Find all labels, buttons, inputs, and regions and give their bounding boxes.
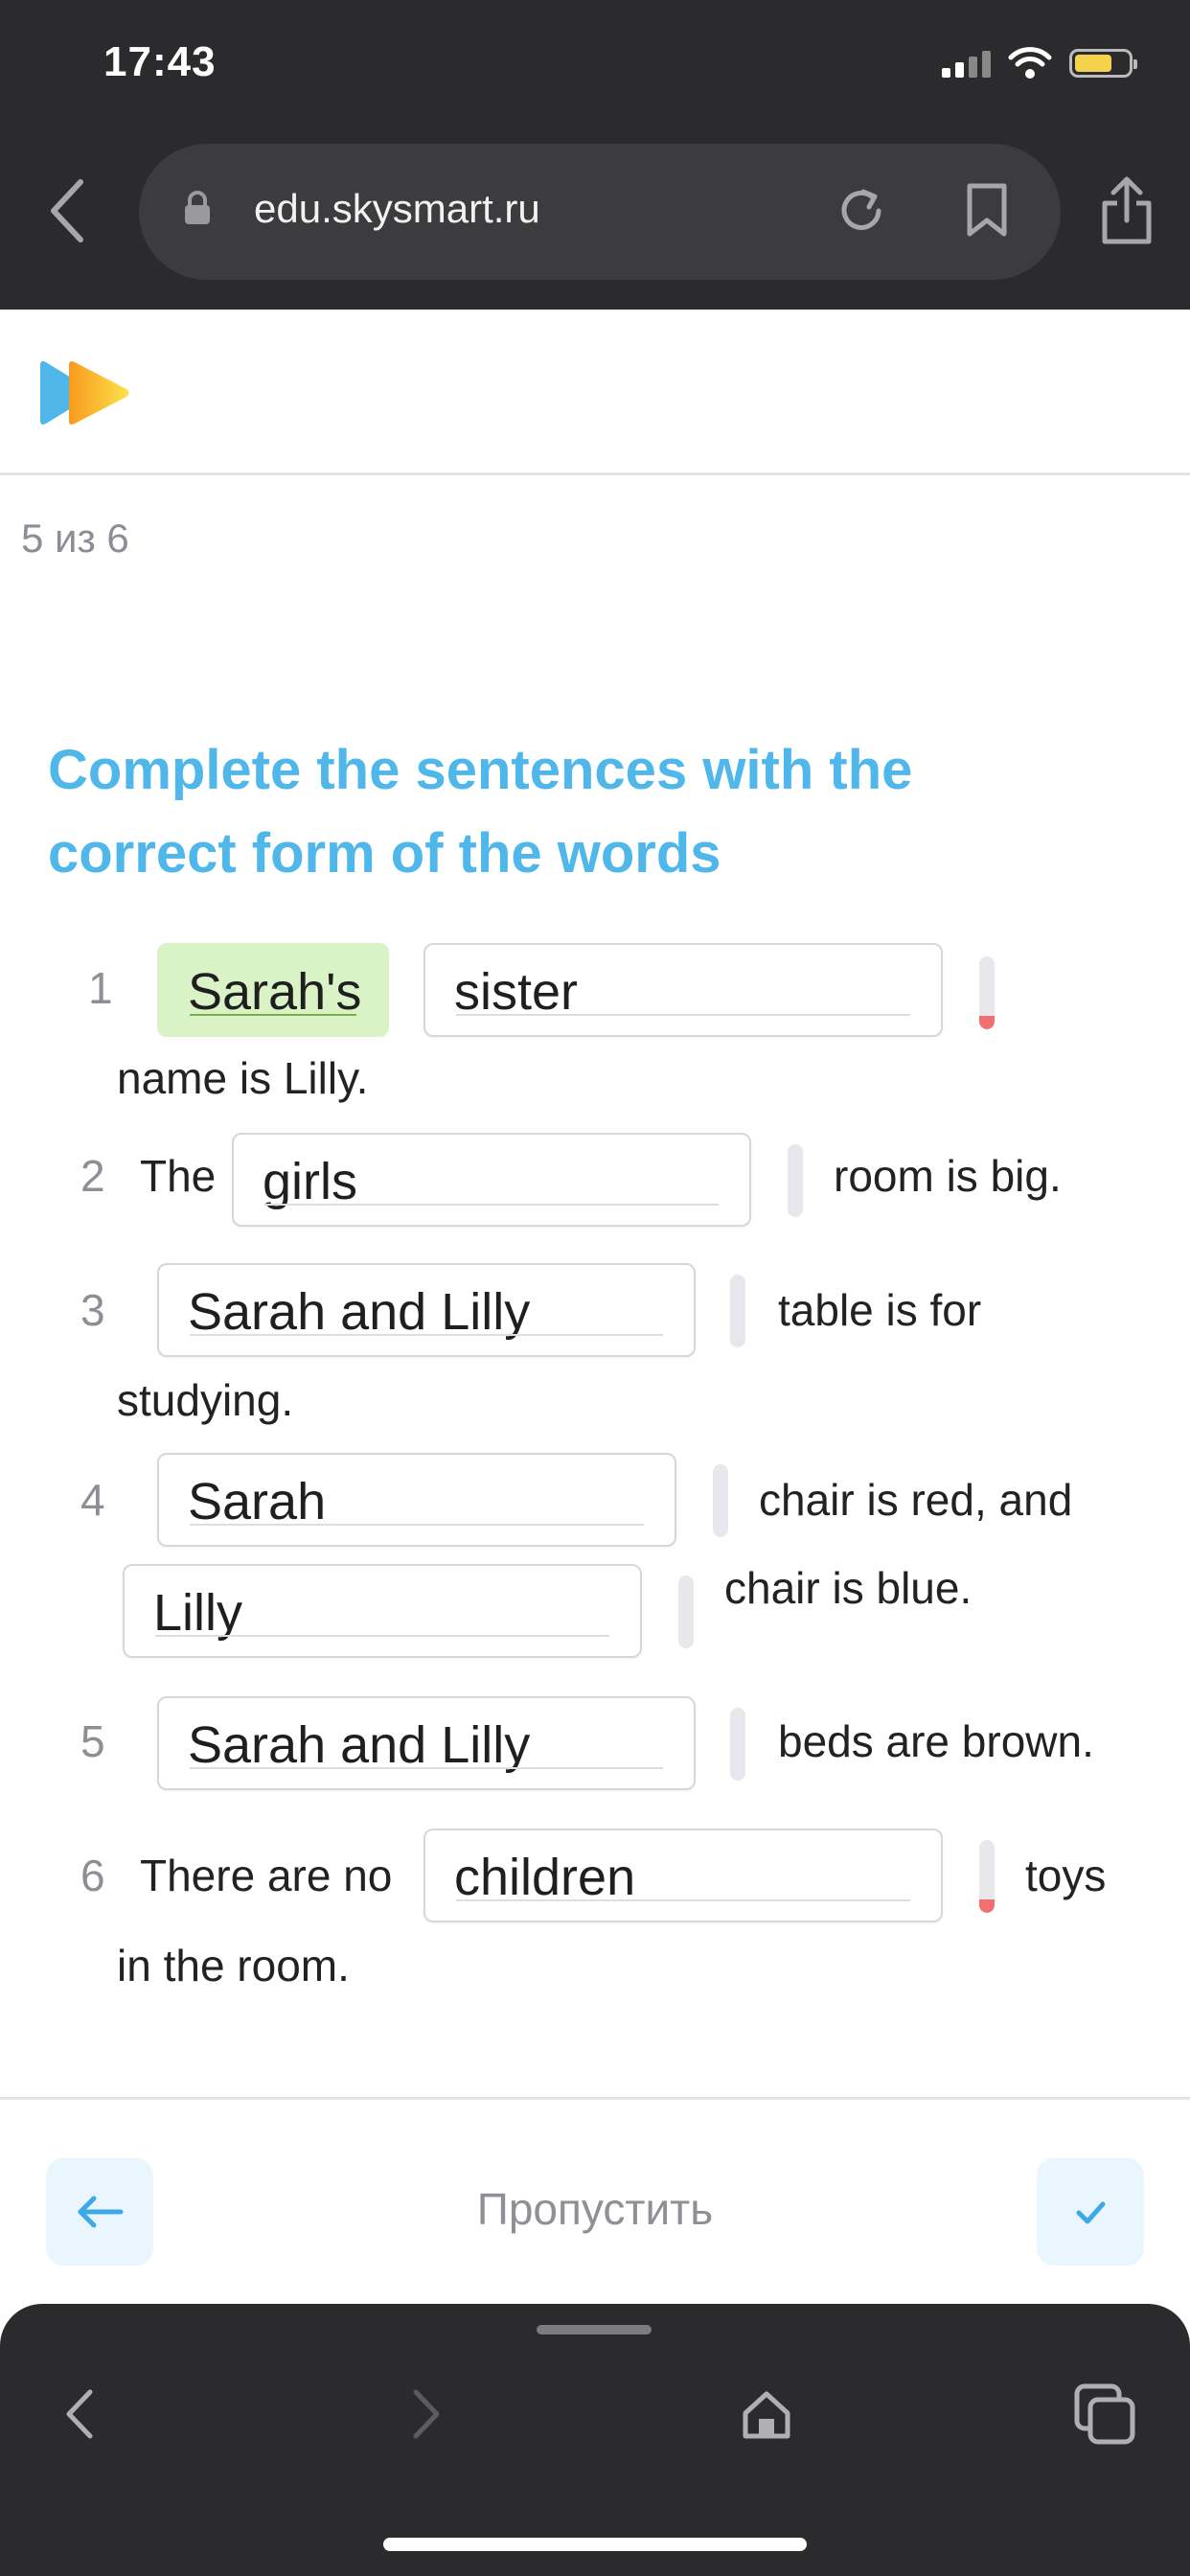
answer-input[interactable]: children: [423, 1828, 943, 1922]
status-time: 17:43: [103, 38, 217, 85]
answer-status-marker: [730, 1708, 745, 1781]
item-number: 2: [80, 1151, 105, 1201]
answer-input[interactable]: Lilly: [123, 1564, 642, 1658]
sentence-text: room is big.: [834, 1151, 1062, 1201]
home-indicator: [383, 2538, 807, 2551]
answer-value: Sarah and Lilly: [188, 1283, 531, 1341]
answer-input[interactable]: Sarah and Lilly: [157, 1263, 696, 1357]
tabs-icon[interactable]: [1071, 2380, 1138, 2448]
share-icon[interactable]: [1100, 174, 1154, 247]
url-text: edu.skysmart.ru: [254, 186, 540, 231]
bookmark-icon[interactable]: [965, 182, 1009, 238]
sentence-text: studying.: [117, 1375, 294, 1425]
answer-value: girls: [263, 1153, 358, 1210]
sentence-text: table is for: [778, 1285, 982, 1335]
home-icon[interactable]: [738, 2380, 795, 2448]
battery-icon: [1069, 49, 1137, 78]
answer-input[interactable]: girls: [232, 1133, 751, 1227]
app-header: [0, 310, 1190, 475]
status-icons: [942, 46, 1137, 80]
back-arrow-icon[interactable]: [42, 174, 96, 247]
skip-button[interactable]: Пропустить: [0, 2183, 1190, 2235]
exercise-title: Complete the sentences with the correct …: [48, 739, 913, 885]
grab-handle[interactable]: [537, 2325, 652, 2334]
browser-bottom-toolbar: [0, 2304, 1190, 2576]
answer-input[interactable]: sister: [423, 943, 943, 1037]
answer-status-marker: [730, 1275, 745, 1347]
reload-icon[interactable]: [835, 184, 888, 238]
lock-icon: [185, 191, 210, 224]
answer-text: Sarah's: [188, 963, 362, 1021]
forward-icon[interactable]: [400, 2380, 448, 2448]
answer-status-marker: [979, 956, 995, 1029]
answer-status-marker: [678, 1576, 694, 1648]
address-bar[interactable]: edu.skysmart.ru: [139, 144, 1061, 280]
answer-status-marker: [713, 1464, 728, 1537]
item-number: 1: [88, 963, 113, 1013]
item-number: 6: [80, 1851, 105, 1900]
answer-value: Lilly: [153, 1584, 243, 1642]
sentence-text: in the room.: [117, 1941, 350, 1990]
browser-top-bar: 17:43 edu.skysmart.ru: [0, 0, 1190, 310]
sentence-text: The: [140, 1151, 217, 1201]
answer-value: Sarah and Lilly: [188, 1716, 531, 1774]
answer-value: sister: [454, 963, 579, 1021]
answer-value: Sarah: [188, 1473, 327, 1530]
check-answer-button[interactable]: [1037, 2158, 1144, 2266]
skysmart-logo-icon[interactable]: [36, 359, 132, 426]
cellular-signal-icon: [942, 49, 991, 78]
answer-input[interactable]: Sarah and Lilly: [157, 1696, 696, 1790]
back-icon[interactable]: [57, 2380, 105, 2448]
sentence-text: name is Lilly.: [117, 1053, 369, 1103]
sentence-text: beds are brown.: [778, 1716, 1094, 1766]
answer-input[interactable]: Sarah: [157, 1453, 676, 1547]
sentence-text: chair is blue.: [724, 1563, 973, 1613]
item-number: 4: [80, 1475, 105, 1525]
answer-status-marker: [788, 1144, 803, 1217]
sentence-text: There are no: [140, 1851, 393, 1900]
filled-answer-chip[interactable]: Sarah's: [157, 943, 389, 1037]
wifi-icon: [1008, 47, 1052, 79]
item-number: 5: [80, 1716, 105, 1766]
sentence-text: chair is red, and: [759, 1475, 1073, 1525]
sentence-text: toys: [1025, 1851, 1107, 1900]
answer-status-marker: [979, 1840, 995, 1913]
item-number: 3: [80, 1285, 105, 1335]
answer-value: children: [454, 1849, 636, 1906]
checkmark-icon: [1076, 2201, 1106, 2224]
progress-counter: 5 из 6: [21, 516, 129, 561]
footer-divider: [0, 2097, 1190, 2100]
